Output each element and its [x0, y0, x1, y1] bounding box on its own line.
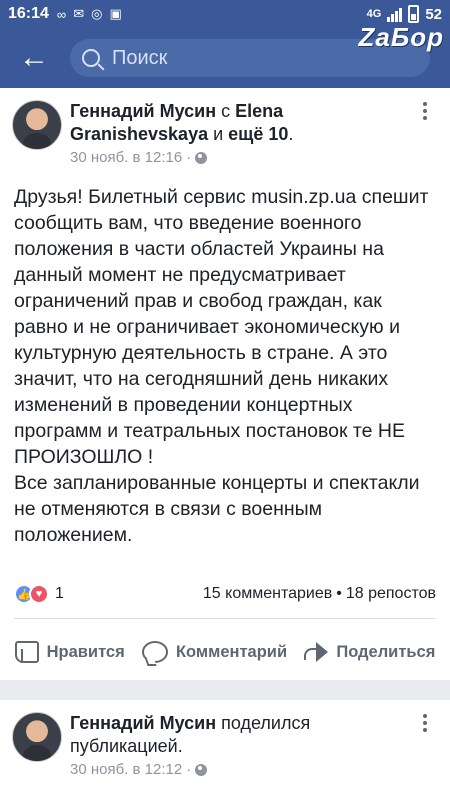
battery-level: 52	[425, 5, 442, 23]
post-author-line: Геннадий Мусин поделился публикацией.	[70, 712, 438, 758]
chrome-icon: ◎	[91, 6, 103, 21]
status-time: 16:14	[8, 5, 49, 22]
post-header: Геннадий Мусин поделился публикацией. 30…	[0, 700, 450, 778]
others-link[interactable]: ещё 10	[228, 124, 288, 144]
reactions[interactable]: 👍 ♥	[14, 584, 49, 604]
post-text: Друзья! Билетный сервис musin.zp.ua спеш…	[14, 186, 429, 546]
thumbs-up-icon	[14, 641, 39, 663]
post-card: Геннадий Мусин с Elena Granishevskaya и …	[0, 88, 450, 680]
comment-button[interactable]: Комментарий	[141, 641, 288, 663]
suffix-text: .	[288, 124, 294, 144]
wallet-icon: ▣	[109, 6, 122, 21]
post-date[interactable]: 30 нояб. в 12:16	[70, 149, 182, 166]
back-arrow-icon[interactable]: ←	[12, 36, 56, 80]
connector-text-2: и	[208, 124, 229, 144]
author-name[interactable]: Геннадий Мусин	[70, 713, 216, 733]
more-options-icon[interactable]	[410, 96, 440, 126]
network-type: 4G	[366, 8, 382, 20]
post-meta: 30 нояб. в 12:12 ·	[70, 761, 438, 778]
connector-text: с	[216, 101, 236, 121]
more-options-icon[interactable]	[410, 708, 440, 738]
share-button[interactable]: Поделиться	[304, 642, 435, 662]
comment-icon	[141, 641, 168, 663]
post-header: Геннадий Мусин с Elena Granishevskaya и …	[0, 88, 450, 166]
post-meta: 30 нояб. в 12:16 ·	[70, 149, 438, 166]
stats-separator: •	[336, 585, 342, 602]
mail-icon: ✉	[73, 6, 85, 21]
share-icon	[304, 642, 329, 662]
like-label: Нравится	[46, 642, 125, 661]
post-stats: 👍 ♥ 1 15 комментариев • 18 репостов	[14, 584, 436, 604]
avatar[interactable]	[12, 100, 62, 150]
globe-icon	[195, 151, 208, 164]
author-name[interactable]: Геннадий Мусин	[70, 101, 216, 121]
watermark-logo: ZaБор	[358, 22, 444, 52]
love-reaction-icon: ♥	[29, 584, 49, 604]
infinity-icon: ∞	[56, 6, 67, 22]
post-author-line: Геннадий Мусин с Elena Granishevskaya и …	[70, 100, 438, 146]
search-icon	[82, 49, 100, 67]
search-placeholder: Поиск	[112, 46, 168, 69]
reactions-count[interactable]: 1	[55, 585, 64, 603]
battery-icon	[408, 5, 420, 23]
share-label: Поделиться	[336, 642, 436, 661]
comment-label: Комментарий	[175, 642, 288, 661]
globe-icon	[195, 763, 208, 776]
comments-count[interactable]: 15 комментариев	[203, 585, 332, 603]
shares-count[interactable]: 18 репостов	[346, 585, 436, 603]
like-button[interactable]: Нравится	[14, 641, 125, 663]
post-actions: Нравится Комментарий Поделиться	[0, 628, 450, 676]
post-card: Геннадий Мусин поделился публикацией. 30…	[0, 700, 450, 800]
divider	[14, 618, 436, 619]
avatar[interactable]	[12, 712, 62, 762]
signal-icon	[387, 6, 403, 22]
post-date[interactable]: 30 нояб. в 12:12	[70, 761, 182, 778]
